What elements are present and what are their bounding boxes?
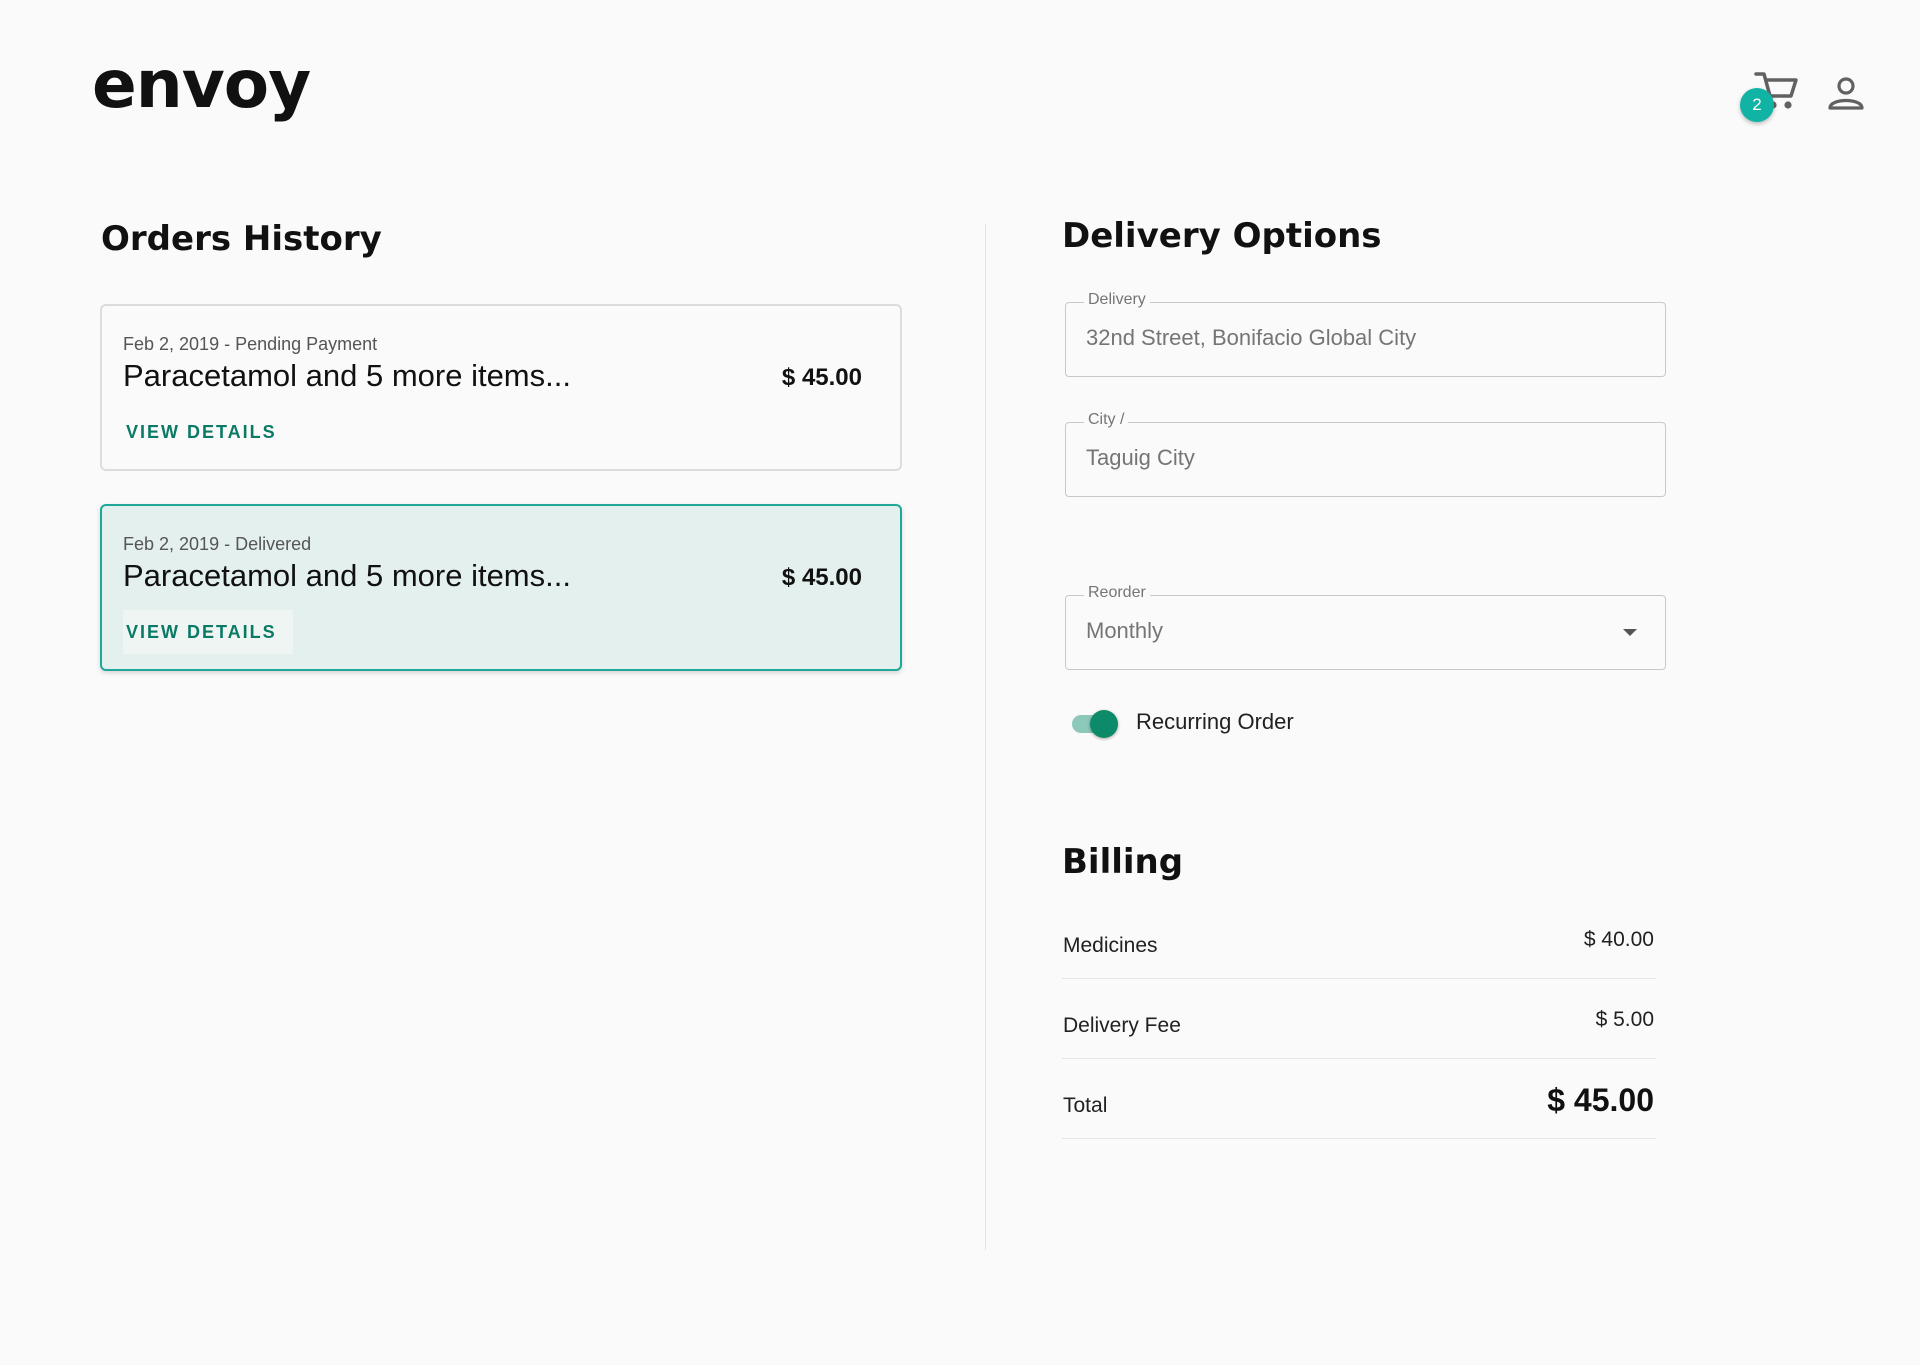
- toggle-thumb: [1090, 710, 1118, 738]
- delivery-options-title: Delivery Options: [1062, 216, 1382, 256]
- reorder-select[interactable]: Reorder Monthly: [1065, 584, 1666, 670]
- billing-amount: $ 40.00: [1583, 928, 1654, 951]
- delivery-address-field[interactable]: Delivery 32nd Street, Bonifacio Global C…: [1065, 291, 1666, 377]
- billing-title: Billing: [1062, 842, 1184, 882]
- billing-total-label: Total: [1063, 1094, 1108, 1117]
- view-details-button[interactable]: VIEW DETAILS: [123, 610, 293, 654]
- reorder-label: Reorder: [1084, 584, 1150, 602]
- billing-row-total: Total $ 45.00: [1062, 1058, 1656, 1139]
- column-divider: [985, 224, 986, 1250]
- order-price: $ 45.00: [781, 364, 862, 391]
- order-name: Paracetamol and 5 more items...: [123, 358, 571, 393]
- billing-row-medicines: Medicines $ 40.00: [1062, 898, 1656, 979]
- billing-total-amount: $ 45.00: [1547, 1082, 1654, 1118]
- billing-label: Delivery Fee: [1063, 1014, 1181, 1037]
- city-label: City /: [1084, 411, 1129, 429]
- recurring-order-label: Recurring Order: [1136, 709, 1294, 734]
- reorder-value[interactable]: Monthly: [1086, 618, 1163, 644]
- order-name: Paracetamol and 5 more items...: [123, 558, 571, 593]
- order-price: $ 45.00: [781, 564, 862, 591]
- view-details-button[interactable]: VIEW DETAILS: [123, 410, 280, 454]
- delivery-address-value[interactable]: 32nd Street, Bonifacio Global City: [1086, 325, 1416, 351]
- account-button[interactable]: [1826, 74, 1866, 114]
- delivery-address-label: Delivery: [1084, 291, 1150, 309]
- envoy-logo[interactable]: envoy: [92, 52, 311, 118]
- billing-amount: $ 5.00: [1595, 1008, 1654, 1031]
- recurring-order-toggle[interactable]: [1070, 710, 1120, 738]
- billing-row-delivery-fee: Delivery Fee $ 5.00: [1062, 978, 1656, 1059]
- city-value[interactable]: Taguig City: [1086, 445, 1195, 471]
- chevron-down-icon[interactable]: [1623, 629, 1637, 636]
- city-field[interactable]: City / Taguig City: [1065, 411, 1666, 497]
- cart-count-badge: 2: [1740, 88, 1774, 122]
- order-card-selected[interactable]: Feb 2, 2019 - Delivered Paracetamol and …: [100, 504, 902, 671]
- orders-history-title: Orders History: [101, 219, 382, 259]
- order-meta: Feb 2, 2019 - Delivered: [123, 534, 312, 554]
- order-meta: Feb 2, 2019 - Pending Payment: [123, 334, 378, 354]
- order-card[interactable]: Feb 2, 2019 - Pending Payment Paracetamo…: [100, 304, 902, 471]
- billing-label: Medicines: [1063, 934, 1158, 957]
- user-icon: [1828, 77, 1864, 110]
